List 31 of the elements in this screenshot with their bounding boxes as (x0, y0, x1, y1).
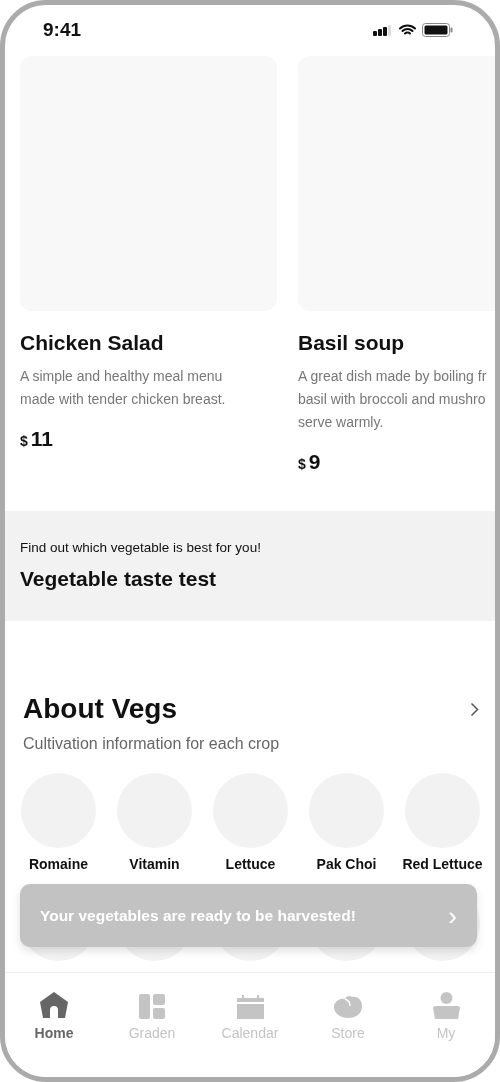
notification-message: Your vegetables are ready to be harvested! (40, 906, 356, 925)
meal-description: A simple and healthy meal menu made with tender chicken breast. (20, 367, 227, 409)
status-time: 9:41 (43, 19, 82, 41)
calendar-icon (236, 995, 264, 1019)
house-icon (39, 991, 69, 1019)
meal-description: A great dish made by boiling fr basil with broccoli and mushro serve warmly. (298, 367, 488, 432)
section-title: About Vegs (23, 693, 177, 725)
crop-name[interactable]: Pak Choi (316, 856, 377, 872)
chevron-icon: › (448, 902, 457, 929)
banner-caption: Find out which vegetable is best for you! (20, 540, 262, 555)
meal-price: 9 (308, 450, 321, 474)
taste-test-banner[interactable]: Find out which vegetable is best for you! Vegetable taste test (5, 511, 495, 621)
banner-title: Vegetable taste test (20, 567, 218, 591)
meal-title: Basil soup (298, 331, 406, 355)
crop-name[interactable]: Romaine (28, 856, 89, 872)
crop-name[interactable]: Red Lettuce (402, 856, 483, 872)
meal-title: Chicken Salad (20, 331, 165, 355)
crop-name[interactable]: Lettuce (225, 856, 276, 872)
wifi-icon (399, 24, 416, 36)
battery-icon (422, 23, 453, 37)
currency-symbol: $ (298, 456, 306, 472)
person-icon (432, 992, 460, 1019)
currency-symbol: $ (20, 433, 28, 449)
chevron-right-icon[interactable] (470, 701, 479, 717)
layout-grid-icon (139, 994, 165, 1019)
signal-icon (373, 24, 393, 36)
tab-bar-item[interactable]: Home (14, 985, 94, 1041)
crop-name[interactable]: Vitamin (129, 856, 180, 872)
section-subtitle: Cultivation information for each crop (22, 735, 281, 753)
meal-price: 11 (30, 427, 53, 451)
bun-icon (333, 995, 363, 1019)
